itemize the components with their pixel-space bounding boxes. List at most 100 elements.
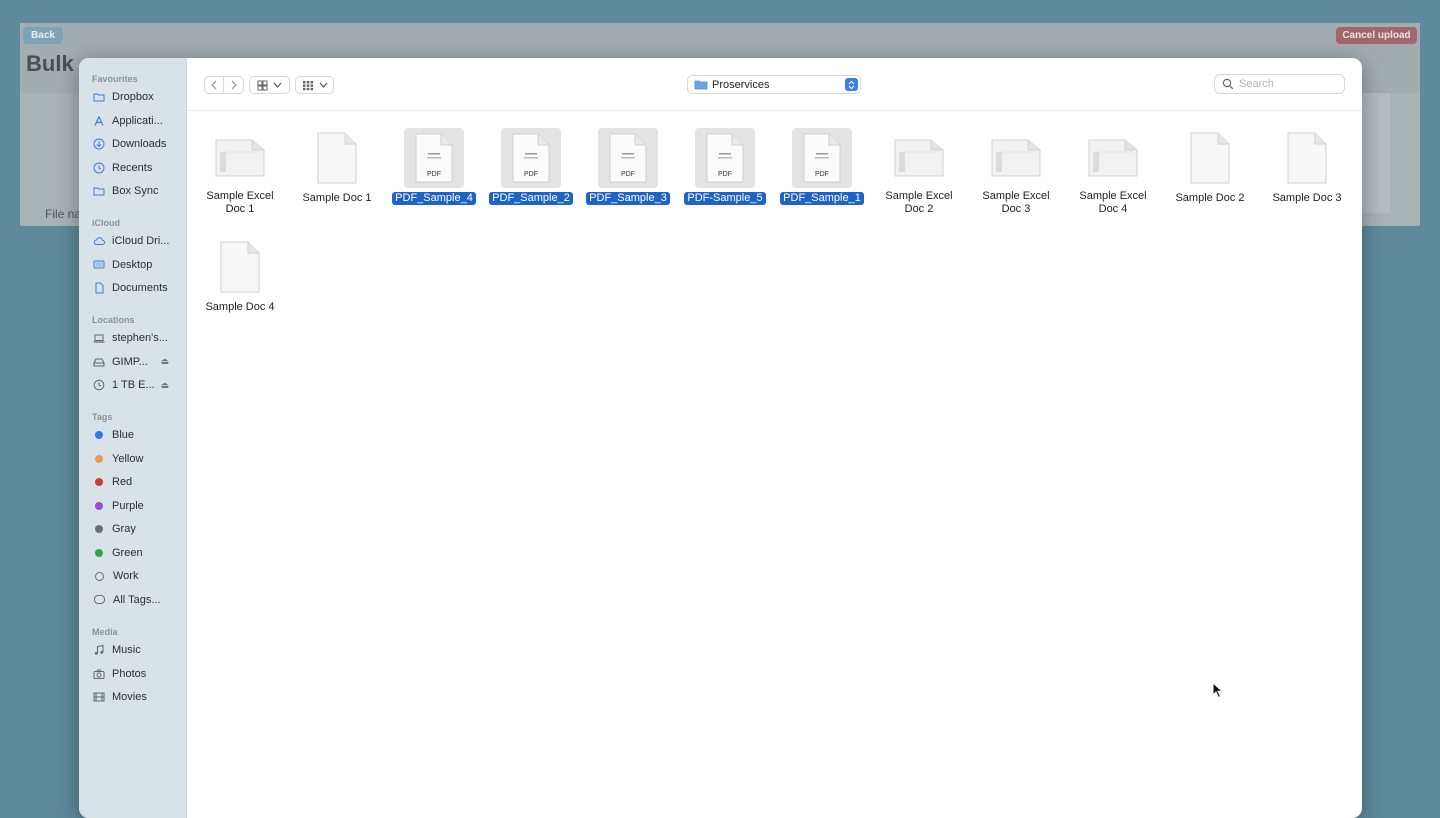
chevron-right-icon [231,80,237,90]
file-item[interactable]: PDF PDF_Sample_4 [387,128,481,206]
sidebar-item-applicati[interactable]: Applicati... [92,112,186,130]
sidebar-heading-favourites: Favourites [92,74,138,84]
search-field[interactable] [1214,74,1345,94]
file-name: PDF_Sample_4 [392,192,476,205]
file-item[interactable]: Sample Excel Doc 1 [193,128,287,217]
cancel-upload-button[interactable]: Cancel upload [1336,27,1417,44]
cloud-icon [92,234,106,248]
folder-icon [694,80,708,90]
sidebar: Favourites Dropbox Applicati... Downloads R… [79,58,187,818]
sidebar-item-label: Music [112,644,141,656]
tag-gray[interactable]: Gray [92,520,186,538]
pdf-file-icon: PDF [404,128,464,188]
sidebar-item-label: Desktop [112,258,153,271]
sidebar-item-label: Box Sync [112,185,159,197]
sidebar-heading-media: Media [92,627,118,637]
tag-blue[interactable]: Blue [92,426,186,444]
sidebar-item-recents[interactable]: Recents [92,159,186,177]
document-file-icon [210,237,270,297]
document-file-icon [307,128,367,188]
clock-icon [92,161,106,175]
sidebar-item-1-tb-e[interactable]: 1 TB E... ⏏ [92,376,186,394]
eject-icon[interactable]: ⏏ [160,380,169,391]
sidebar-heading-tags: Tags [92,412,113,422]
applications-icon [92,114,106,128]
camera-icon [92,667,106,681]
file-grid: Sample Excel Doc 1 Sample Doc 1 PDF PDF_Sam… [187,110,1362,818]
tag-label: All Tags... [113,593,161,606]
downloads-icon [92,137,106,151]
file-item[interactable]: PDF PDF_Sample_2 [484,128,578,206]
file-item[interactable]: Sample Doc 1 [290,128,384,206]
tag-yellow[interactable]: Yellow [92,450,186,468]
sidebar-item-music[interactable]: Music [92,641,186,659]
group-grid-icon [302,80,313,90]
sidebar-item-stephen-s[interactable]: stephen's... [92,329,186,347]
tag-purple[interactable]: Purple [92,497,186,515]
sidebar-item-documents[interactable]: Documents [92,279,186,297]
file-item[interactable]: Sample Doc 2 [1163,128,1257,206]
sidebar-item-label: 1 TB E... [112,379,155,391]
pdf-file-icon: PDF [695,128,755,188]
sidebar-item-desktop[interactable]: Desktop [92,256,186,274]
sidebar-item-box-sync[interactable]: Box Sync [92,182,186,200]
disk-icon [92,355,106,369]
pdf-badge: PDF [621,171,635,178]
tag-label: Gray [112,523,136,535]
document-file-icon [1180,128,1240,188]
view-mode-button[interactable] [249,76,290,94]
file-name: Sample Doc 3 [1272,192,1342,204]
sidebar-heading-icloud: iCloud [92,218,120,228]
sidebar-item-label: GIMP... [112,355,148,368]
search-icon [1222,78,1234,90]
tag-work[interactable]: Work [92,567,186,585]
laptop-icon [92,331,106,345]
file-item[interactable]: Sample Doc 4 [193,237,287,315]
spreadsheet-file-icon [889,128,949,188]
sidebar-item-icloud-dri[interactable]: iCloud Dri... [92,232,186,250]
back-nav-button[interactable] [204,76,224,94]
file-item[interactable]: PDF PDF_Sample_1 [775,128,869,206]
file-name: Sample Excel Doc 2 [885,190,953,215]
tag-red[interactable]: Red [92,473,186,491]
forward-nav-button[interactable] [224,76,244,94]
tag-color-dot-icon [95,501,103,510]
tag-outline-icon [95,571,104,581]
pdf-badge: PDF [524,171,538,178]
chevron-down-icon [273,82,282,88]
search-input[interactable] [1239,78,1339,90]
file-name: Sample Excel Doc 4 [1079,190,1147,215]
sidebar-item-dropbox[interactable]: Dropbox [92,88,186,106]
sidebar-item-photos[interactable]: Photos [92,665,186,683]
tag-color-dot-icon [95,431,103,439]
toolbar: Proservices [187,58,1362,111]
all-tags-icon [94,595,105,604]
sidebar-item-movies[interactable]: Movies [92,688,186,706]
eject-icon[interactable]: ⏏ [160,356,169,367]
sidebar-item-label: iCloud Dri... [112,235,170,247]
document-file-icon [1277,128,1337,188]
file-item[interactable]: Sample Doc 3 [1260,128,1354,206]
sidebar-item-label: Documents [112,282,168,294]
music-icon [92,643,106,657]
file-name: PDF_Sample_1 [780,192,864,205]
sidebar-item-downloads[interactable]: Downloads [92,135,186,153]
sidebar-item-gimp[interactable]: GIMP... ⏏ [92,353,186,371]
file-item[interactable]: PDF PDF-Sample_5 [678,128,772,206]
document-icon [92,281,106,295]
file-name: Sample Doc 1 [302,192,372,204]
sidebar-item-label: stephen's... [112,332,168,344]
file-item[interactable]: Sample Excel Doc 4 [1066,128,1160,217]
folder-path-select[interactable]: Proservices [687,75,861,94]
group-by-button[interactable] [295,76,334,94]
pdf-badge: PDF [718,171,732,178]
tag-all-tags[interactable]: All Tags... [92,591,186,609]
back-button[interactable]: Back [23,27,63,44]
file-name: PDF_Sample_2 [489,192,573,205]
file-item[interactable]: Sample Excel Doc 2 [872,128,966,217]
file-name: PDF_Sample_3 [586,192,670,205]
file-item[interactable]: Sample Excel Doc 3 [969,128,1063,217]
tag-label: Yellow [112,452,144,465]
file-item[interactable]: PDF PDF_Sample_3 [581,128,675,206]
tag-green[interactable]: Green [92,544,186,562]
